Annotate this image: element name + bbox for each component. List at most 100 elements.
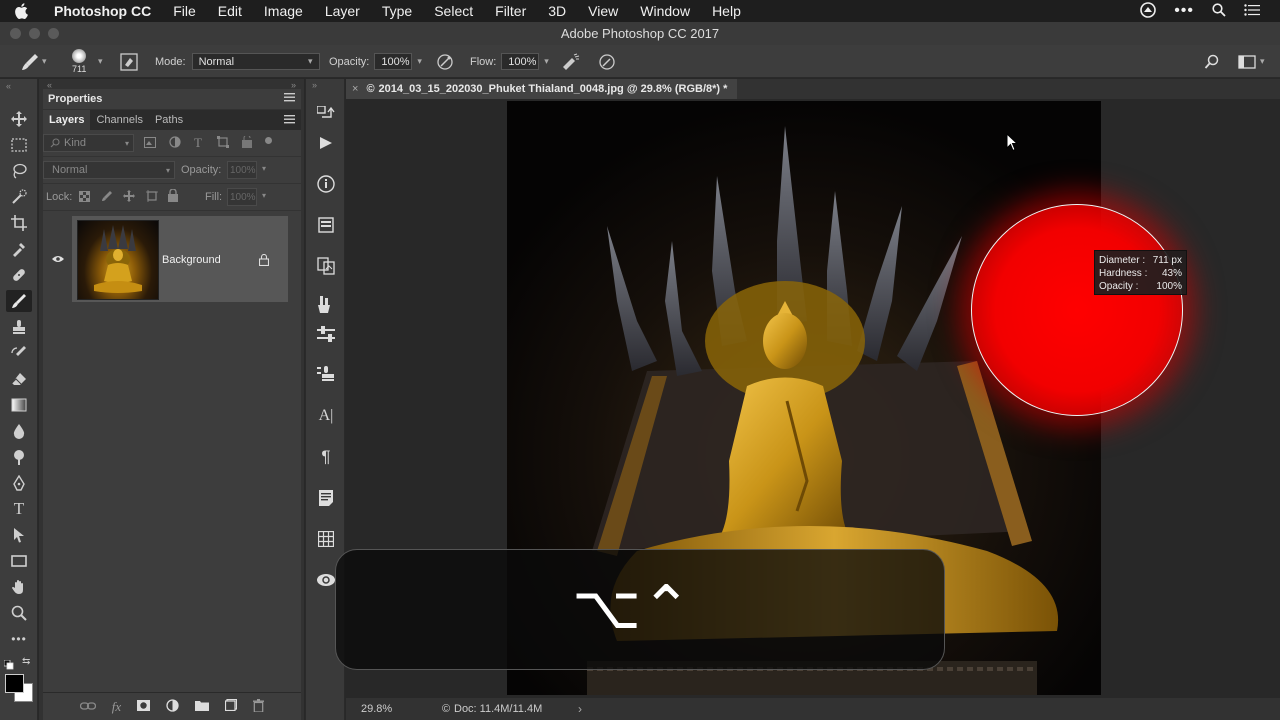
fx-icon[interactable]: fx	[112, 699, 121, 715]
minimize-window-button[interactable]	[29, 28, 40, 39]
brush-picker-chevron-icon[interactable]: ▾	[98, 45, 103, 78]
dodge-tool-icon[interactable]	[6, 446, 32, 468]
move-tool-icon[interactable]	[6, 108, 32, 130]
more-icon[interactable]: •••	[1174, 2, 1194, 20]
pen-tool-icon[interactable]	[6, 472, 32, 494]
layers-panel-menu-icon[interactable]	[284, 115, 295, 127]
paragraph-panel-icon[interactable]: ¶	[314, 445, 338, 469]
filter-type-layers-icon[interactable]: T	[194, 135, 202, 151]
quick-selection-tool-icon[interactable]	[6, 186, 32, 208]
type-tool-icon[interactable]: T	[6, 498, 32, 520]
history-brush-tool-icon[interactable]	[6, 342, 32, 364]
zoom-window-button[interactable]	[48, 28, 59, 39]
tool-presets-panel-icon[interactable]	[314, 362, 338, 386]
history-panel-icon[interactable]	[314, 102, 338, 126]
new-layer-icon[interactable]	[225, 698, 238, 714]
healing-brush-tool-icon[interactable]	[6, 264, 32, 286]
opacity-chevron-icon[interactable]: ▾	[417, 56, 422, 67]
close-tab-icon[interactable]: ×	[352, 83, 358, 95]
menu-filter[interactable]: Filter	[495, 3, 526, 19]
brush-settings-panel-icon[interactable]	[120, 45, 138, 78]
menu-view[interactable]: View	[588, 3, 618, 19]
blur-tool-icon[interactable]	[6, 420, 32, 442]
rectangle-tool-icon[interactable]	[6, 550, 32, 572]
eraser-tool-icon[interactable]	[6, 368, 32, 390]
workspace-switcher-icon[interactable]: ▾	[1238, 45, 1265, 78]
menu-type[interactable]: Type	[382, 3, 412, 19]
filter-smart-objects-icon[interactable]	[241, 134, 253, 151]
layer-mask-icon[interactable]	[137, 699, 151, 714]
brush-tool-preset-icon[interactable]: ▾	[20, 45, 47, 78]
panel-menu-icon[interactable]	[284, 93, 295, 105]
fill-chevron-icon[interactable]: ▾	[262, 191, 266, 200]
search-icon[interactable]	[1204, 45, 1220, 78]
lock-image-pixels-icon[interactable]	[101, 190, 113, 205]
filter-kind-dropdown[interactable]: Kind ▾	[43, 134, 134, 152]
zoom-tool-icon[interactable]	[6, 602, 32, 624]
eyedropper-tool-icon[interactable]	[6, 238, 32, 260]
lock-all-icon[interactable]	[168, 188, 178, 205]
menu-select[interactable]: Select	[434, 3, 473, 19]
tab-layers[interactable]: Layers	[43, 110, 91, 130]
zoom-level[interactable]: 29.8%	[361, 703, 392, 715]
lock-transparent-pixels-icon[interactable]	[79, 191, 90, 205]
default-colors-icon[interactable]	[3, 657, 14, 675]
menu-window[interactable]: Window	[640, 3, 690, 19]
app-menu[interactable]: Photoshop CC	[54, 3, 151, 19]
brush-presets-panel-icon[interactable]	[314, 293, 338, 317]
layer-visibility-toggle[interactable]	[43, 216, 72, 302]
search-icon[interactable]	[1212, 2, 1226, 20]
marquee-tool-icon[interactable]	[6, 134, 32, 156]
pressure-opacity-icon[interactable]	[436, 45, 454, 78]
actions-panel-icon[interactable]	[314, 131, 338, 155]
close-window-button[interactable]	[10, 28, 21, 39]
document-tab[interactable]: × © 2014_03_15_202030_Phuket Thialand_00…	[346, 79, 738, 99]
opacity-chevron-icon[interactable]: ▾	[262, 164, 266, 173]
pressure-size-icon[interactable]	[598, 45, 616, 78]
status-menu-arrow-icon[interactable]: ›	[578, 702, 582, 716]
new-group-icon[interactable]	[195, 699, 210, 714]
menu-help[interactable]: Help	[712, 3, 741, 19]
layer-row-background[interactable]: Background	[72, 216, 288, 302]
adjustments-panel-icon[interactable]	[314, 322, 338, 346]
properties-panel-header[interactable]: Properties	[43, 89, 301, 109]
swap-colors-icon[interactable]: ⇆	[22, 656, 30, 667]
flow-chevron-icon[interactable]: ▾	[544, 56, 549, 67]
filter-pixel-layers-icon[interactable]	[144, 137, 156, 151]
clone-stamp-tool-icon[interactable]	[6, 316, 32, 338]
layer-opacity-input[interactable]: 100%	[227, 161, 257, 179]
menu-edit[interactable]: Edit	[218, 3, 242, 19]
tab-channels[interactable]: Channels	[90, 110, 148, 130]
menu-layer[interactable]: Layer	[325, 3, 360, 19]
hand-tool-icon[interactable]	[6, 576, 32, 598]
collapse-dock-icon[interactable]: »	[312, 80, 317, 90]
delete-layer-icon[interactable]	[253, 698, 265, 715]
notes-panel-icon[interactable]	[314, 486, 338, 510]
swatches-panel-icon[interactable]	[314, 527, 338, 551]
menu-file[interactable]: File	[173, 3, 196, 19]
clone-source-panel-icon[interactable]	[314, 254, 338, 278]
edit-toolbar-icon[interactable]: •••	[6, 628, 32, 650]
tab-paths[interactable]: Paths	[149, 110, 189, 130]
apple-icon[interactable]	[14, 3, 44, 19]
opacity-input[interactable]: 100%	[374, 53, 413, 70]
airbrush-icon[interactable]	[560, 45, 580, 78]
notification-list-icon[interactable]	[1244, 3, 1260, 19]
gradient-tool-icon[interactable]	[6, 394, 32, 416]
info-panel-icon[interactable]	[314, 172, 338, 196]
creative-cloud-icon[interactable]	[1140, 1, 1156, 21]
brush-tool-icon[interactable]	[6, 290, 32, 312]
flow-input[interactable]: 100%	[501, 53, 540, 70]
crop-tool-icon[interactable]	[6, 212, 32, 234]
brush-size-picker[interactable]: 711	[72, 45, 86, 78]
collapse-toolbar-icon[interactable]: «	[6, 81, 11, 91]
path-selection-tool-icon[interactable]	[6, 524, 32, 546]
filter-adjustment-layers-icon[interactable]	[169, 136, 181, 151]
lasso-tool-icon[interactable]	[6, 160, 32, 182]
properties-panel-icon[interactable]	[314, 213, 338, 237]
lock-position-icon[interactable]	[123, 190, 135, 205]
menu-3d[interactable]: 3D	[548, 3, 566, 19]
character-panel-icon[interactable]: A|	[314, 404, 338, 428]
blend-mode-dropdown[interactable]: Normal ▾	[43, 161, 175, 179]
filter-toggle-icon[interactable]	[265, 137, 272, 144]
